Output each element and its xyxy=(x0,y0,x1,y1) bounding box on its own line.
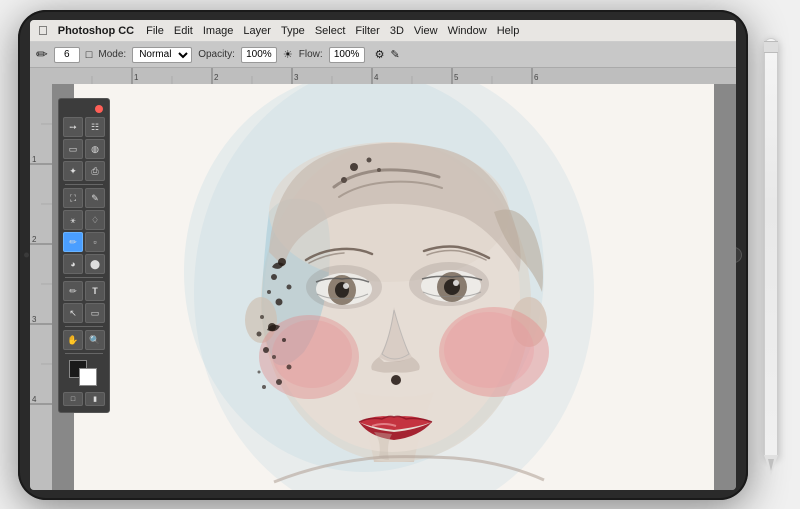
pencil-band xyxy=(764,41,778,53)
flow-input[interactable] xyxy=(329,47,365,63)
tool-row-7: ◕ ⬤ xyxy=(61,254,107,274)
opacity-input[interactable] xyxy=(241,47,277,63)
menu-view[interactable]: View xyxy=(414,25,438,37)
svg-text:1: 1 xyxy=(32,155,37,164)
tool-divider-3 xyxy=(65,326,103,327)
move-tool[interactable]: ➙ xyxy=(63,117,83,137)
mask-row: □ ▮ xyxy=(61,392,107,406)
artwork-canvas[interactable] xyxy=(74,84,714,490)
mode-select[interactable]: Normal Multiply Screen xyxy=(132,47,192,63)
tool-row-5: ⚹ ♢ xyxy=(61,210,107,230)
ipad-screen:  Photoshop CC File Edit Image Layer Typ… xyxy=(30,20,736,490)
quick-mask[interactable]: ▮ xyxy=(85,392,105,406)
tool-divider-2 xyxy=(65,277,103,278)
pencil-tip-inner xyxy=(768,459,774,471)
lasso-tool[interactable]: ◍ xyxy=(85,139,105,159)
settings-icon: ✎ xyxy=(391,48,400,61)
menu-image[interactable]: Image xyxy=(203,25,234,37)
svg-text:2: 2 xyxy=(214,73,219,82)
menu-layer[interactable]: Layer xyxy=(243,25,271,37)
toolbox-panel: ➙ ☷ ▭ ◍ ✦ ⎙ ⛶ xyxy=(58,98,110,413)
crop-tool[interactable]: ⎙ xyxy=(85,161,105,181)
zoom-tool[interactable]: 🔍 xyxy=(85,330,105,350)
color-swatches xyxy=(67,358,101,388)
artboard-tool[interactable]: ☷ xyxy=(85,117,105,137)
eraser-tool[interactable]: ▫ xyxy=(85,232,105,252)
menu-edit[interactable]: Edit xyxy=(174,25,193,37)
hand-tool[interactable]: ✋ xyxy=(63,330,83,350)
ipad-camera xyxy=(24,253,29,258)
photoshop-ui:  Photoshop CC File Edit Image Layer Typ… xyxy=(30,20,736,490)
flow-label: Flow: xyxy=(299,49,323,60)
svg-text:4: 4 xyxy=(374,73,379,82)
menu-type[interactable]: Type xyxy=(281,25,305,37)
tool-row-8: ✏ T xyxy=(61,281,107,301)
ruler-top: 1 2 3 4 5 6 xyxy=(52,68,736,84)
path-select-tool[interactable]: ↖ xyxy=(63,303,83,323)
airbrush-icon: ☀ xyxy=(283,48,293,61)
tool-row-9: ↖ ▭ xyxy=(61,303,107,323)
svg-text:2: 2 xyxy=(32,235,37,244)
wand-tool[interactable]: ✦ xyxy=(63,161,83,181)
svg-text:4: 4 xyxy=(32,395,37,404)
shape-tool[interactable]: ▭ xyxy=(85,303,105,323)
apple-pencil xyxy=(764,38,778,458)
options-bar: ✏ □ Mode: Normal Multiply Screen Opacity… xyxy=(30,42,736,68)
brush-mode-icon: □ xyxy=(86,49,93,61)
clone-tool[interactable]: ♢ xyxy=(85,210,105,230)
dodge-tool[interactable]: ⬤ xyxy=(85,254,105,274)
mode-label: Mode: xyxy=(98,49,126,60)
tool-row-1: ➙ ☷ xyxy=(61,117,107,137)
tool-row-4: ⛶ ✎ xyxy=(61,188,107,208)
tool-divider-1 xyxy=(65,184,103,185)
brush-tool-icon: ✏ xyxy=(36,46,48,63)
ruler-left: 1 2 3 4 xyxy=(30,84,52,490)
brush-size-input[interactable] xyxy=(54,47,80,63)
app-name[interactable]: Photoshop CC xyxy=(58,25,134,37)
standard-mode[interactable]: □ xyxy=(63,392,83,406)
tool-row-3: ✦ ⎙ xyxy=(61,161,107,181)
brush-tool[interactable]: ✏ xyxy=(63,232,83,252)
svg-text:3: 3 xyxy=(294,73,299,82)
pen-tool[interactable]: ✏ xyxy=(63,281,83,301)
background-color[interactable] xyxy=(79,368,97,386)
blur-tool[interactable]: ◕ xyxy=(63,254,83,274)
apple-icon:  xyxy=(38,23,48,38)
eyedropper-tool[interactable]: ⛶ xyxy=(63,188,83,208)
menu-bar:  Photoshop CC File Edit Image Layer Typ… xyxy=(30,20,736,42)
ruler-corner xyxy=(30,68,52,84)
tool-row-10: ✋ 🔍 xyxy=(61,330,107,350)
toolbox-header xyxy=(61,103,107,115)
toolbox-close-button[interactable] xyxy=(95,105,103,113)
menu-window[interactable]: Window xyxy=(448,25,487,37)
opacity-label: Opacity: xyxy=(198,49,235,60)
menu-help[interactable]: Help xyxy=(497,25,520,37)
svg-text:3: 3 xyxy=(32,315,37,324)
menu-filter[interactable]: Filter xyxy=(355,25,379,37)
workspace: 1 2 3 4 5 6 xyxy=(30,68,736,490)
svg-text:5: 5 xyxy=(454,73,459,82)
tool-row-2: ▭ ◍ xyxy=(61,139,107,159)
menu-3d[interactable]: 3D xyxy=(390,25,404,37)
scene:  Photoshop CC File Edit Image Layer Typ… xyxy=(0,0,800,509)
marquee-tool[interactable]: ▭ xyxy=(63,139,83,159)
svg-text:6: 6 xyxy=(534,73,539,82)
ruler-tool[interactable]: ✎ xyxy=(85,188,105,208)
canvas-area xyxy=(52,84,736,490)
svg-text:1: 1 xyxy=(134,73,139,82)
smoothing-icon: ⚙ xyxy=(375,48,385,61)
heal-tool[interactable]: ⚹ xyxy=(63,210,83,230)
tool-row-6: ✏ ▫ xyxy=(61,232,107,252)
menu-file[interactable]: File xyxy=(146,25,164,37)
ipad-device:  Photoshop CC File Edit Image Layer Typ… xyxy=(18,10,748,500)
tool-divider-4 xyxy=(65,353,103,354)
type-tool[interactable]: T xyxy=(85,281,105,301)
menu-select[interactable]: Select xyxy=(315,25,346,37)
